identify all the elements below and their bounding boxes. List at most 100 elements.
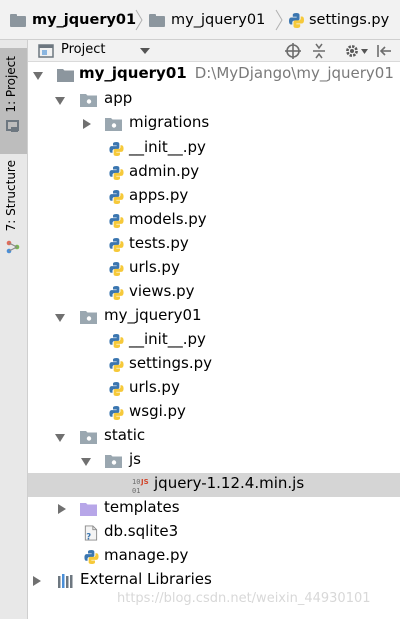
tree-node-folder[interactable]: js <box>28 449 400 473</box>
tree-node-file[interactable]: __init__.py <box>28 329 400 353</box>
tree-node-label: tests.py <box>129 234 189 252</box>
project-view-selector[interactable]: Project <box>61 42 105 57</box>
python-file-icon <box>109 405 124 421</box>
package-folder-icon <box>80 311 97 324</box>
python-file-icon <box>109 285 124 301</box>
svg-text:10: 10 <box>132 478 140 486</box>
expand-arrow-icon[interactable] <box>55 434 65 442</box>
breadcrumb-item-file[interactable]: settings.py <box>288 0 389 40</box>
tab-project[interactable]: 1: Project <box>0 48 27 154</box>
tree-node-label: db.sqlite3 <box>104 522 179 540</box>
tree-node-label: __init__.py <box>129 138 206 156</box>
tree-node-folder[interactable]: my_jquery01 <box>28 305 400 329</box>
expand-arrow-icon[interactable] <box>33 72 43 80</box>
tree-node-file[interactable]: ? db.sqlite3 <box>28 521 400 545</box>
folder-icon <box>57 69 74 82</box>
tree-node-label: my_jquery01 <box>104 306 202 324</box>
collapsed-arrow-icon[interactable] <box>83 119 91 129</box>
templates-folder-icon <box>80 503 97 516</box>
tree-node-file[interactable]: admin.py <box>28 161 400 185</box>
breadcrumb-item-project[interactable]: my_jquery01 <box>10 0 136 40</box>
watermark-text: https://blog.csdn.net/weixin_44930101 <box>117 591 371 606</box>
tree-node-folder[interactable]: static <box>28 425 400 449</box>
project-tab-icon <box>6 120 19 132</box>
tree-node-label: templates <box>104 498 180 516</box>
collapse-all-icon[interactable] <box>311 43 327 59</box>
python-file-icon <box>109 189 124 205</box>
breadcrumb-label: my_jquery01 <box>32 12 137 28</box>
svg-text:?: ? <box>86 532 91 541</box>
breadcrumb-item-package[interactable]: my_jquery01 <box>149 0 265 40</box>
tree-node-label: urls.py <box>129 378 180 396</box>
hide-icon[interactable] <box>376 43 392 59</box>
tree-node-label: app <box>104 89 133 107</box>
tree-node-file[interactable]: tests.py <box>28 233 400 257</box>
breadcrumb-label: my_jquery01 <box>171 12 266 28</box>
tree-node-label: External Libraries <box>80 570 212 588</box>
python-file-icon <box>109 165 124 181</box>
expand-arrow-icon[interactable] <box>55 314 65 322</box>
tab-structure[interactable]: 7: Structure <box>0 160 27 260</box>
package-folder-icon <box>105 455 122 468</box>
package-folder-icon <box>105 118 122 131</box>
tree-node-file[interactable]: apps.py <box>28 185 400 209</box>
tree-node-label: apps.py <box>129 186 189 204</box>
package-folder-icon <box>80 94 97 107</box>
tree-node-file[interactable]: models.py <box>28 209 400 233</box>
tree-node-file[interactable]: __init__.py <box>28 137 400 161</box>
settings-gear-icon[interactable] <box>344 43 360 59</box>
breadcrumb-separator-icon <box>275 9 283 31</box>
package-folder-icon <box>80 431 97 444</box>
tree-node-file[interactable]: views.py <box>28 281 400 305</box>
tree-node-label: manage.py <box>104 546 189 564</box>
python-file-icon <box>109 141 124 157</box>
settings-dropdown-icon[interactable] <box>361 49 368 54</box>
tree-node-folder[interactable]: migrations <box>28 112 400 136</box>
python-file-icon <box>109 237 124 253</box>
project-panel-header: Project <box>28 40 400 62</box>
project-view-icon <box>38 44 54 58</box>
python-file-icon <box>84 549 99 565</box>
tree-node-file[interactable]: urls.py <box>28 377 400 401</box>
tree-node-external-libraries[interactable]: External Libraries <box>28 569 400 593</box>
tree-node-label: admin.py <box>129 162 200 180</box>
collapsed-arrow-icon[interactable] <box>58 504 66 514</box>
tree-node-label: my_jquery01 D:\MyDjango\my_jquery01 <box>79 64 394 82</box>
tab-structure-label: 7: Structure <box>4 160 18 232</box>
tree-node-label: jquery-1.12.4.min.js <box>154 474 305 492</box>
library-icon <box>58 574 73 588</box>
tree-node-file[interactable]: urls.py <box>28 257 400 281</box>
tree-node-label: settings.py <box>129 354 212 372</box>
tab-project-label: 1: Project <box>4 56 18 113</box>
breadcrumb-label: settings.py <box>309 12 390 28</box>
minified-js-file-icon: 10 01 JS <box>132 478 149 495</box>
tree-node-label: wsgi.py <box>129 402 186 420</box>
expand-arrow-icon[interactable] <box>81 458 91 466</box>
python-file-icon <box>109 357 124 373</box>
structure-tab-icon <box>6 240 20 254</box>
tree-node-file-selected[interactable]: 10 01 JS jquery-1.12.4.min.js <box>28 473 400 497</box>
tree-node-label: models.py <box>129 210 207 228</box>
tree-node-file[interactable]: wsgi.py <box>28 401 400 425</box>
tree-node-label: __init__.py <box>129 330 206 348</box>
folder-icon <box>149 13 165 27</box>
breadcrumb-separator-icon <box>135 9 143 31</box>
tree-node-label: js <box>129 450 141 468</box>
python-file-icon <box>109 333 124 349</box>
collapsed-arrow-icon[interactable] <box>33 576 41 586</box>
navigation-bar: my_jquery01 my_jquery01 settings.py <box>0 0 400 40</box>
scroll-from-source-icon[interactable] <box>285 43 301 59</box>
unknown-file-icon: ? <box>84 525 98 541</box>
tree-node-label: migrations <box>129 113 210 131</box>
tree-node-folder[interactable]: templates <box>28 497 400 521</box>
tree-node-file[interactable]: settings.py <box>28 353 400 377</box>
python-file-icon <box>109 261 124 277</box>
tree-node-root[interactable]: my_jquery01 D:\MyDjango\my_jquery01 <box>28 63 400 87</box>
python-file-icon <box>289 12 304 28</box>
python-file-icon <box>109 213 124 229</box>
tree-node-file[interactable]: manage.py <box>28 545 400 569</box>
dropdown-arrow-icon[interactable] <box>140 48 150 54</box>
expand-arrow-icon[interactable] <box>55 97 65 105</box>
tree-node-folder[interactable]: app <box>28 88 400 112</box>
tree-node-label: urls.py <box>129 258 180 276</box>
